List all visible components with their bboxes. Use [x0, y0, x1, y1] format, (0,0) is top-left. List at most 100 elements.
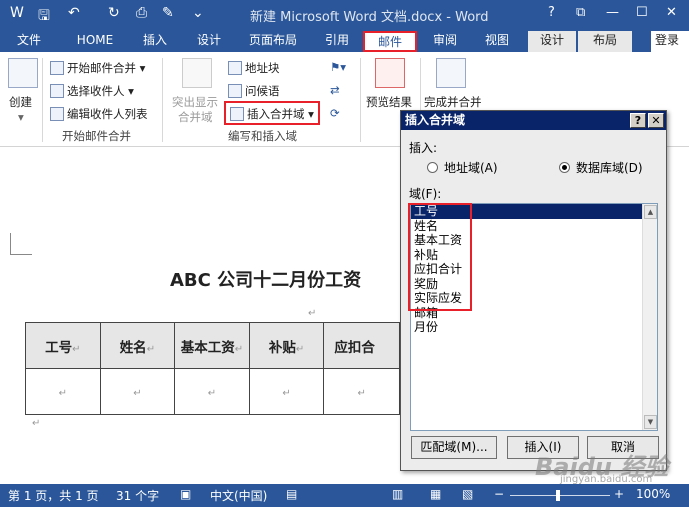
preview-results-button[interactable]: 预览结果: [366, 94, 412, 110]
table-cell[interactable]: ↵: [25, 368, 101, 415]
edit-list-icon: [50, 107, 64, 121]
header-label: 基本工资: [180, 339, 235, 356]
format-painter-icon[interactable]: ✎: [162, 5, 174, 21]
header-label: 应扣合: [334, 339, 375, 356]
insert-label: 插入:: [409, 141, 438, 155]
highlight-box: [224, 101, 320, 125]
proofing-icon[interactable]: ▣: [180, 487, 191, 501]
read-mode-icon[interactable]: ▥: [392, 487, 403, 501]
rules-icon[interactable]: ⚑▾: [330, 60, 346, 74]
address-block-button[interactable]: 地址块: [228, 60, 280, 76]
group-write-insert-fields: 编写和插入域: [228, 129, 297, 143]
table-header-cell[interactable]: 姓名↵: [99, 322, 176, 369]
update-labels-icon[interactable]: ⟳: [330, 106, 340, 120]
dialog-title: 插入合并域: [401, 111, 666, 130]
tab-review[interactable]: 审阅: [422, 31, 468, 52]
fields-highlight-box: [408, 203, 472, 311]
salary-table[interactable]: 工号↵ 姓名↵ 基本工资↵ 补贴↵ 应扣合 ↵ ↵ ↵ ↵ ↵: [25, 322, 400, 415]
zoom-in-icon[interactable]: +: [614, 487, 624, 501]
address-fields-radio[interactable]: 地址域(A): [427, 159, 498, 176]
customize-toolbar-icon[interactable]: ⌄: [192, 5, 204, 21]
highlight-merge-fields-label: 合并域: [178, 110, 213, 124]
scroll-up-icon[interactable]: ▲: [644, 205, 657, 219]
start-mail-merge-button[interactable]: 开始邮件合并 ▾: [50, 60, 145, 76]
zoom-slider-thumb[interactable]: [556, 490, 560, 501]
close-button[interactable]: ✕: [666, 5, 677, 20]
window-title: 新建 Microsoft Word 文档.docx - Word: [250, 10, 489, 25]
cell-mark: ↵: [234, 343, 244, 355]
create-button[interactable]: 创建: [9, 94, 32, 110]
tab-table-layout[interactable]: 布局: [578, 31, 632, 52]
language-indicator[interactable]: 中文(中国): [210, 487, 267, 504]
group-start-mail-merge: 开始邮件合并: [62, 129, 131, 143]
match-fields-button[interactable]: 匹配域(M)...: [411, 436, 497, 459]
tab-home[interactable]: HOME: [66, 31, 124, 52]
scroll-down-icon[interactable]: ▼: [644, 415, 657, 429]
web-layout-icon[interactable]: ▧: [462, 487, 473, 501]
word-count[interactable]: 31 个字: [116, 487, 159, 504]
tab-table-design[interactable]: 设计: [528, 31, 576, 52]
insert-merge-field-dialog: 插入合并域 ? ✕ 插入: 地址域(A) 数据库域(D) 域(F): 工号 姓名基…: [400, 110, 667, 471]
tab-insert[interactable]: 插入: [130, 31, 180, 52]
page-count[interactable]: 第 1 页，共 1 页: [8, 487, 99, 504]
table-cell[interactable]: ↵: [248, 368, 325, 415]
maximize-button[interactable]: ☐: [636, 5, 648, 20]
preview-results-icon: [375, 58, 405, 88]
table-cell[interactable]: ↵: [174, 368, 250, 415]
database-fields-radio[interactable]: 数据库域(D): [559, 159, 643, 176]
cell-mark: ↵: [295, 343, 305, 355]
help-button[interactable]: ?: [548, 5, 555, 20]
table-header-cell[interactable]: 应扣合: [323, 322, 400, 369]
zoom-slider[interactable]: [510, 495, 610, 496]
macro-icon[interactable]: ▤: [286, 487, 297, 501]
finish-merge-button[interactable]: 完成并合并: [424, 94, 482, 110]
tab-mailings[interactable]: 邮件: [363, 31, 417, 52]
zoom-out-icon[interactable]: −: [494, 487, 504, 501]
table-cell[interactable]: ↵: [323, 368, 400, 415]
login-button[interactable]: 登录: [651, 31, 689, 52]
cell-mark: ↵: [357, 387, 366, 399]
table-header-cell[interactable]: 补贴↵: [248, 322, 325, 369]
print-preview-icon[interactable]: ⎙: [136, 5, 147, 21]
ribbon-display-button[interactable]: ⧉: [576, 5, 585, 20]
tab-references[interactable]: 引用: [312, 31, 362, 52]
table-cell[interactable]: ↵: [99, 368, 176, 415]
redo-icon[interactable]: ↻: [108, 5, 120, 21]
tab-design[interactable]: 设计: [184, 31, 234, 52]
highlight-merge-fields-button[interactable]: 突出显示: [172, 94, 218, 110]
margin-corner-mark: [10, 233, 32, 255]
save-icon[interactable]: 🖫: [38, 5, 50, 29]
minimize-button[interactable]: —: [606, 5, 619, 20]
radio-on-icon: [559, 162, 570, 173]
print-layout-icon[interactable]: ▦: [430, 487, 441, 501]
create-dropdown-icon[interactable]: ▾: [18, 110, 24, 124]
dialog-help-button[interactable]: ?: [630, 113, 646, 128]
table-row: ↵ ↵ ↵ ↵ ↵: [25, 368, 400, 415]
cell-mark: ↵: [58, 387, 67, 399]
listbox-scrollbar[interactable]: ▲ ▼: [642, 204, 657, 430]
tab-page-layout[interactable]: 页面布局: [240, 31, 306, 52]
tab-view[interactable]: 视图: [474, 31, 520, 52]
match-fields-icon[interactable]: ⇄: [330, 83, 340, 97]
title-bar: W 🖫 ↶ ↻ ⎙ ✎ ⌄ 新建 Microsoft Word 文档.docx …: [0, 0, 689, 28]
dialog-title-text: 插入合并域: [405, 113, 466, 127]
document-area[interactable]: ABC 公司十二月份工资 ↵ 工号↵ 姓名↵ 基本工资↵ 补贴↵ 应扣合 ↵ ↵…: [0, 148, 400, 484]
edit-recipients-button[interactable]: 编辑收件人列表: [50, 106, 148, 122]
dialog-close-button[interactable]: ✕: [648, 113, 664, 128]
cell-mark: ↵: [72, 343, 81, 355]
word-logo-icon: W: [10, 5, 24, 21]
greeting-line-button[interactable]: 问候语: [228, 83, 280, 99]
highlight-fields-icon: [182, 58, 212, 88]
cell-mark: ↵: [282, 387, 291, 399]
table-header-cell[interactable]: 工号↵: [25, 322, 101, 369]
zoom-level[interactable]: 100%: [636, 487, 670, 501]
table-header-cell[interactable]: 基本工资↵: [174, 322, 250, 369]
tab-file[interactable]: 文件: [0, 31, 58, 52]
radio-off-icon: [427, 162, 438, 173]
field-list-item[interactable]: 月份: [411, 320, 657, 335]
undo-icon[interactable]: ↶: [68, 5, 80, 21]
paragraph-mark: ↵: [32, 418, 41, 429]
cell-mark: ↵: [207, 387, 217, 399]
mail-merge-icon: [50, 61, 64, 75]
select-recipients-button[interactable]: 选择收件人 ▾: [50, 83, 134, 99]
